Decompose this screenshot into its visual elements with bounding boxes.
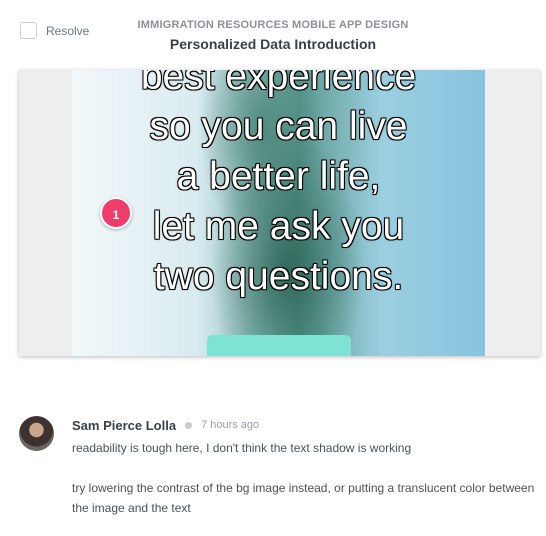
design-line: a better life, bbox=[176, 155, 381, 198]
comment-meta: Sam Pierce Lolla 7 hours ago bbox=[72, 416, 536, 434]
comment-message: try lowering the contrast of the bg imag… bbox=[72, 481, 535, 515]
design-line: so you can live bbox=[149, 105, 408, 148]
design-preview[interactable]: best experience so you can live a better… bbox=[19, 70, 540, 356]
design-screen-image: best experience so you can live a better… bbox=[72, 70, 485, 356]
design-headline: best experience so you can live a better… bbox=[72, 70, 485, 302]
project-title: IMMIGRATION RESOURCES MOBILE APP DESIGN bbox=[137, 19, 409, 31]
design-line: best experience bbox=[140, 70, 417, 98]
page-header: IMMIGRATION RESOURCES MOBILE APP DESIGN … bbox=[0, 19, 546, 52]
comment-author[interactable]: Sam Pierce Lolla bbox=[72, 418, 176, 433]
avatar[interactable] bbox=[19, 416, 54, 451]
comment-message: readability is tough here, I don't think… bbox=[72, 441, 412, 455]
comment-timestamp: 7 hours ago bbox=[201, 419, 260, 431]
status-dot-icon bbox=[185, 421, 193, 429]
design-line: let me ask you bbox=[152, 205, 405, 248]
comment-body: Sam Pierce Lolla 7 hours ago readability… bbox=[72, 416, 536, 518]
design-cta-button bbox=[207, 335, 351, 356]
screen-title: Personalized Data Introduction bbox=[169, 36, 377, 52]
comment-pin[interactable]: 1 bbox=[100, 197, 132, 229]
design-line: two questions. bbox=[153, 255, 404, 298]
